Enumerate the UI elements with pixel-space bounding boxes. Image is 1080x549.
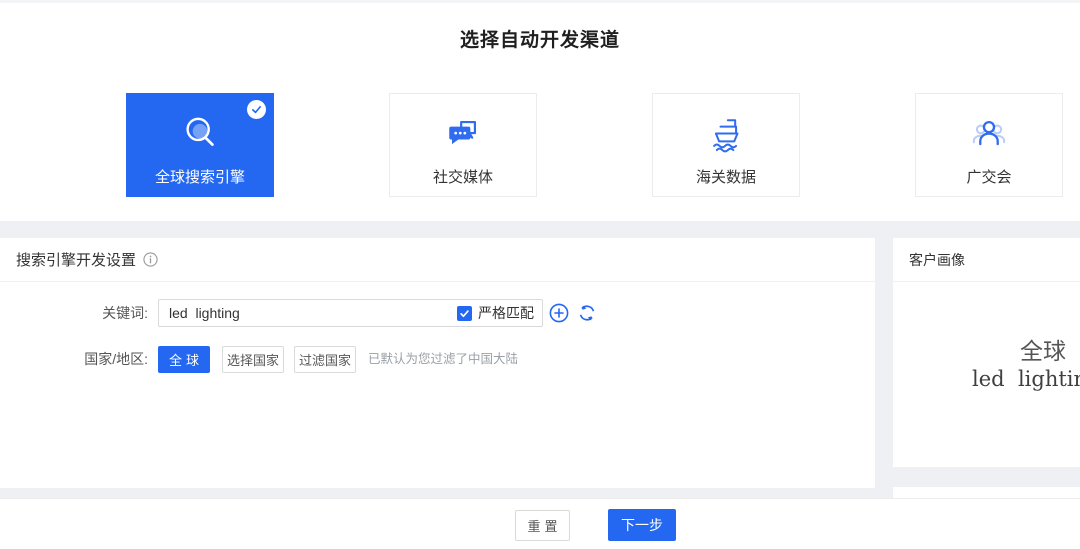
selected-check-icon xyxy=(247,100,266,119)
settings-panel-title: 搜索引擎开发设置 xyxy=(16,249,136,270)
keyword-label: 关键词: xyxy=(0,299,148,327)
channel-label: 全球搜索引擎 xyxy=(155,166,245,187)
channel-card-global-search[interactable]: 全球搜索引擎 xyxy=(126,93,274,197)
cloud-word-global: 全球 xyxy=(1020,332,1066,366)
customer-profile-panel: 客户画像 全球 led lighting xyxy=(893,238,1080,467)
region-option-select-country[interactable]: 选择国家 xyxy=(222,346,284,373)
strict-match-label: 严格匹配 xyxy=(478,303,534,323)
people-icon xyxy=(966,111,1012,157)
footer-bar: 重置 下一步 xyxy=(0,498,1080,549)
region-option-filter-country[interactable]: 过滤国家 xyxy=(294,346,356,373)
region-option-global[interactable]: 全球 xyxy=(158,346,210,373)
refresh-icon[interactable] xyxy=(577,303,597,323)
search-engine-settings-panel: 搜索引擎开发设置 关键词: 严格匹配 xyxy=(0,238,875,488)
reset-button[interactable]: 重置 xyxy=(515,510,570,541)
channel-label: 海关数据 xyxy=(696,166,756,187)
strict-match-option: 严格匹配 xyxy=(457,303,534,323)
ship-icon xyxy=(703,111,749,157)
channel-card-canton-fair[interactable]: 广交会 xyxy=(915,93,1063,197)
strict-match-checkbox[interactable] xyxy=(457,306,472,321)
keyword-input[interactable] xyxy=(169,305,457,321)
info-icon[interactable] xyxy=(143,252,158,267)
keyword-row: 关键词: 严格匹配 xyxy=(0,299,875,327)
chat-icon xyxy=(440,111,486,157)
profile-panel-title: 客户画像 xyxy=(909,250,965,270)
settings-panel-header: 搜索引擎开发设置 xyxy=(0,238,875,282)
next-step-button[interactable]: 下一步 xyxy=(608,509,676,541)
add-keyword-icon[interactable] xyxy=(549,303,569,323)
search-icon xyxy=(177,111,223,157)
region-row: 国家/地区: 全球 选择国家 过滤国家 已默认为您过滤了中国大陆 xyxy=(0,346,875,373)
channel-label: 社交媒体 xyxy=(433,166,493,187)
region-label: 国家/地区: xyxy=(0,346,148,373)
region-hint-text: 已默认为您过滤了中国大陆 xyxy=(368,346,518,373)
cloud-word-keyword: led lighting xyxy=(972,367,1080,391)
channel-select-section: 选择自动开发渠道 全球搜索引擎 社交媒体 xyxy=(0,3,1080,221)
profile-panel-header: 客户画像 xyxy=(893,238,1080,282)
page-title: 选择自动开发渠道 xyxy=(0,25,1080,52)
channel-card-social-media[interactable]: 社交媒体 xyxy=(389,93,537,197)
keyword-input-wrap: 严格匹配 xyxy=(158,299,543,327)
channel-card-customs-data[interactable]: 海关数据 xyxy=(652,93,800,197)
channel-label: 广交会 xyxy=(966,166,1011,187)
